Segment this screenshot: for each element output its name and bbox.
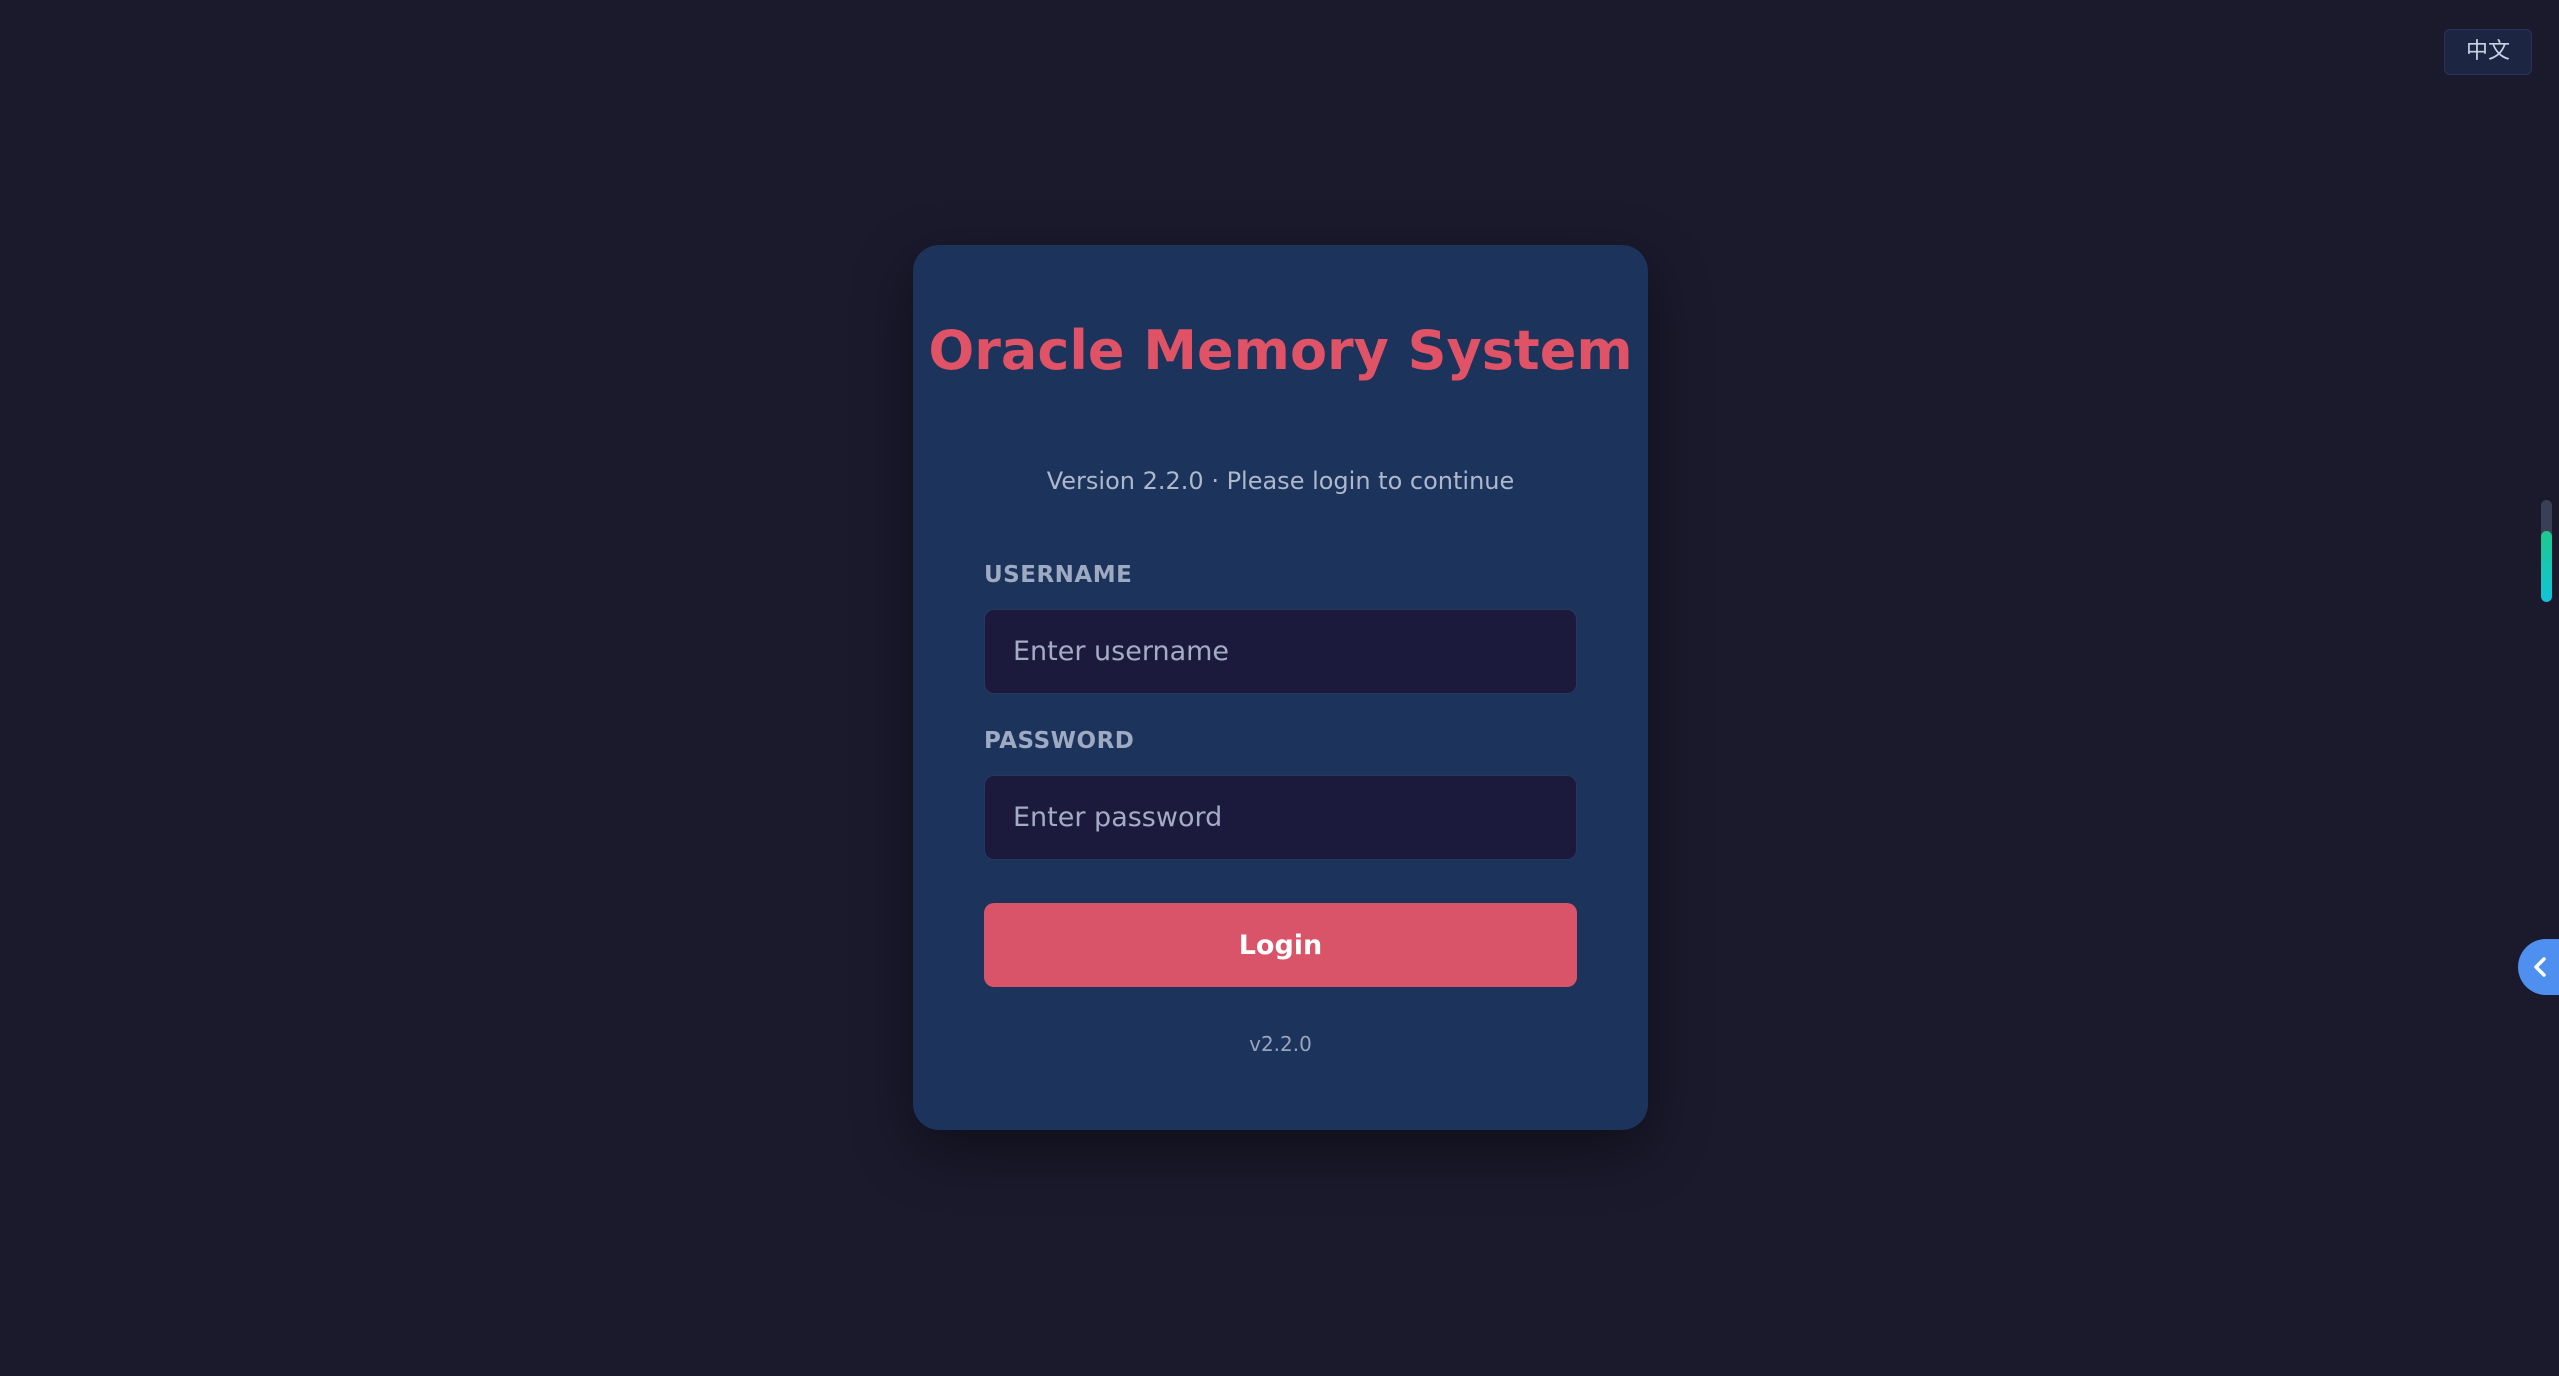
chevron-left-icon — [2534, 957, 2546, 977]
version-subtitle: Version 2.2.0 · Please login to continue — [1046, 467, 1515, 495]
login-button[interactable]: Login — [984, 903, 1577, 987]
side-panel-toggle[interactable] — [2518, 939, 2559, 995]
password-input[interactable] — [984, 775, 1577, 860]
username-label: USERNAME — [984, 562, 1133, 588]
version-footer: v2.2.0 — [1249, 1032, 1312, 1056]
username-input[interactable] — [984, 609, 1577, 694]
password-label: PASSWORD — [984, 728, 1135, 754]
login-card: Oracle Memory System Version 2.2.0 · Ple… — [913, 245, 1648, 1130]
scroll-indicator-fill — [2541, 530, 2552, 602]
scroll-indicator[interactable] — [2541, 500, 2552, 602]
page-title: Oracle Memory System — [928, 319, 1633, 382]
login-page: 中文 Oracle Memory System Version 2.2.0 · … — [0, 0, 2559, 1376]
language-toggle-button[interactable]: 中文 — [2444, 29, 2532, 75]
